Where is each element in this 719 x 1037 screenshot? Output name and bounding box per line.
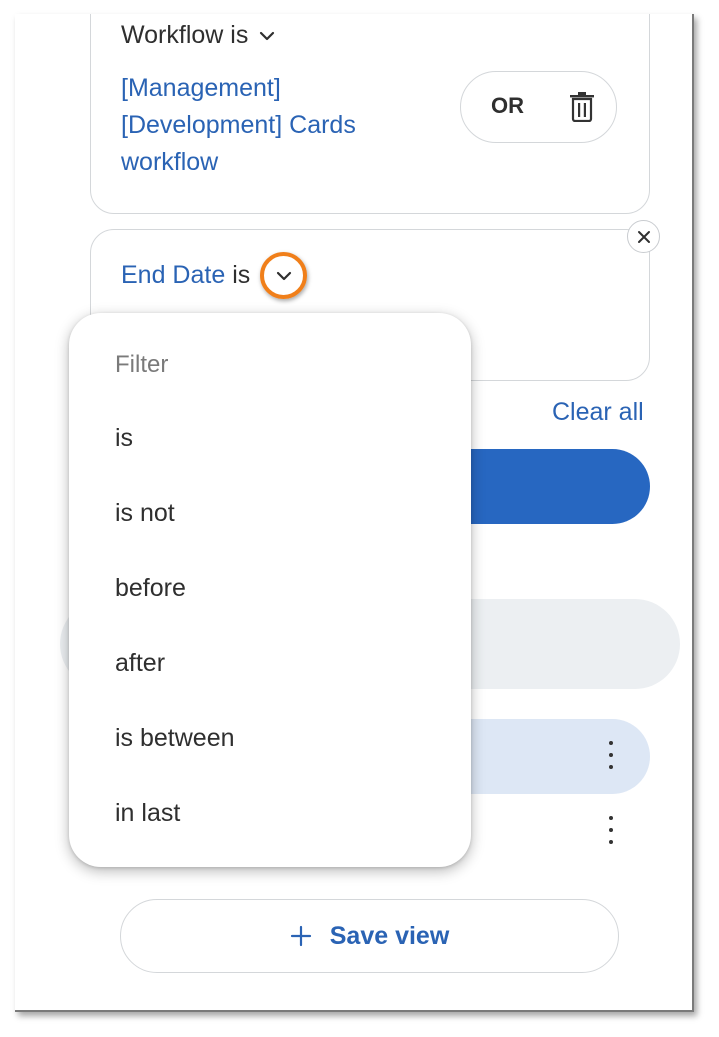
end-date-label[interactable]: End Date bbox=[121, 261, 225, 290]
menu-item-is[interactable]: is bbox=[115, 424, 133, 453]
end-date-filter-heading: End Date is bbox=[121, 261, 250, 290]
workflow-filter-heading-label: Workflow is bbox=[121, 21, 249, 49]
menu-item-in-last[interactable]: in last bbox=[115, 799, 180, 828]
operator-dropdown-menu: Filter is is not before after is between… bbox=[69, 313, 471, 867]
trash-icon[interactable] bbox=[569, 92, 595, 122]
workflow-filter-heading[interactable]: Workflow is bbox=[121, 21, 276, 50]
kebab-icon[interactable] bbox=[606, 741, 616, 769]
or-button[interactable]: OR bbox=[491, 93, 524, 119]
close-icon bbox=[637, 230, 650, 243]
chevron-down-icon[interactable] bbox=[258, 27, 276, 45]
remove-filter-button[interactable] bbox=[627, 220, 660, 253]
end-date-operator: is bbox=[232, 261, 251, 289]
save-view-button[interactable]: Save view bbox=[120, 899, 619, 973]
menu-title: Filter bbox=[115, 351, 169, 378]
workflow-filter-value[interactable]: [Management] [Development] Cards workflo… bbox=[121, 70, 421, 181]
menu-item-before[interactable]: before bbox=[115, 574, 186, 603]
operator-dropdown-toggle[interactable] bbox=[260, 252, 307, 299]
chevron-down-icon bbox=[276, 271, 291, 280]
save-view-label: Save view bbox=[329, 921, 450, 950]
clear-all-link[interactable]: Clear all bbox=[552, 398, 644, 427]
kebab-icon[interactable] bbox=[606, 816, 616, 844]
filter-panel: Workflow is [Management] [Development] C… bbox=[15, 14, 694, 1012]
or-delete-pill: OR bbox=[460, 71, 617, 143]
menu-item-is-between[interactable]: is between bbox=[115, 724, 235, 753]
plus-icon bbox=[290, 925, 311, 947]
menu-item-after[interactable]: after bbox=[115, 649, 165, 678]
menu-item-is-not[interactable]: is not bbox=[115, 499, 175, 528]
